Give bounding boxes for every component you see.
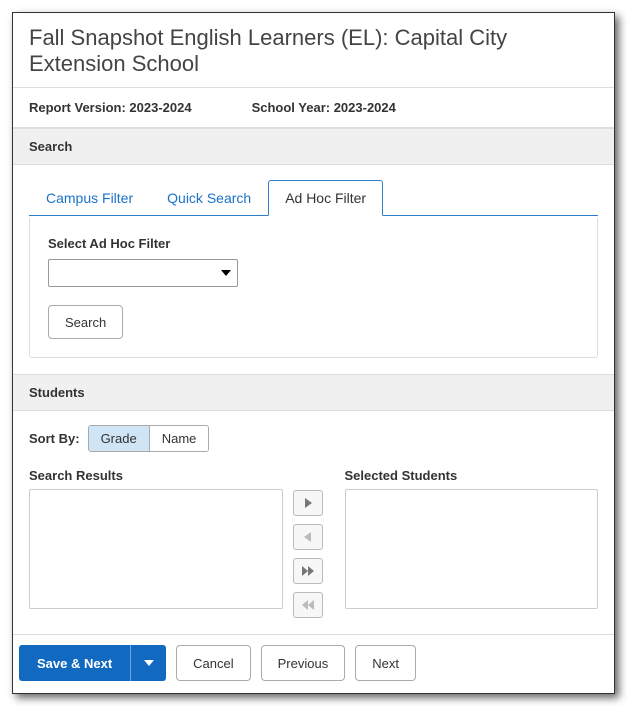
page-title: Fall Snapshot English Learners (EL): Cap…: [29, 25, 598, 77]
search-section-header: Search: [13, 128, 614, 165]
sort-row: Sort By: Grade Name: [29, 425, 598, 452]
selected-students-column: Selected Students: [345, 468, 599, 609]
chevron-down-icon: [221, 270, 231, 276]
students-section-body: Sort By: Grade Name Search Results: [13, 411, 614, 634]
footer-actions: Save & Next Cancel Previous Next: [13, 634, 614, 693]
mover-buttons: [293, 468, 335, 618]
report-window: Fall Snapshot English Learners (EL): Cap…: [12, 12, 615, 694]
caret-left-icon: [303, 532, 313, 542]
cancel-button[interactable]: Cancel: [176, 645, 250, 681]
ad-hoc-filter-panel: Select Ad Hoc Filter Search: [29, 218, 598, 358]
caret-right-icon: [303, 498, 313, 508]
report-version-label: Report Version: 2023-2024: [29, 100, 192, 115]
sort-toggle-group: Grade Name: [88, 425, 210, 452]
move-all-right-button[interactable]: [293, 558, 323, 584]
sort-toggle-grade[interactable]: Grade: [89, 426, 149, 451]
search-tabs: Campus Filter Quick Search Ad Hoc Filter: [29, 179, 598, 216]
selected-students-listbox[interactable]: [345, 489, 599, 609]
double-caret-left-icon: [301, 600, 315, 610]
move-right-button[interactable]: [293, 490, 323, 516]
caret-down-icon: [144, 660, 154, 666]
school-year-label: School Year: 2023-2024: [252, 100, 396, 115]
students-section-header: Students: [13, 374, 614, 411]
save-next-dropdown-button[interactable]: [130, 645, 166, 681]
double-caret-right-icon: [301, 566, 315, 576]
tab-ad-hoc-filter[interactable]: Ad Hoc Filter: [268, 180, 383, 216]
dual-listbox: Search Results: [29, 468, 598, 618]
move-left-button[interactable]: [293, 524, 323, 550]
selected-students-label: Selected Students: [345, 468, 599, 483]
tab-campus-filter[interactable]: Campus Filter: [29, 180, 150, 216]
tab-quick-search[interactable]: Quick Search: [150, 180, 268, 216]
sort-toggle-name[interactable]: Name: [149, 426, 209, 451]
sort-by-label: Sort By:: [29, 431, 80, 446]
previous-button[interactable]: Previous: [261, 645, 346, 681]
search-results-label: Search Results: [29, 468, 283, 483]
ad-hoc-select-label: Select Ad Hoc Filter: [48, 236, 579, 251]
save-next-split-button: Save & Next: [19, 645, 166, 681]
move-all-left-button[interactable]: [293, 592, 323, 618]
ad-hoc-filter-select[interactable]: [48, 259, 238, 287]
search-results-listbox[interactable]: [29, 489, 283, 609]
next-button[interactable]: Next: [355, 645, 416, 681]
search-results-column: Search Results: [29, 468, 283, 609]
title-bar: Fall Snapshot English Learners (EL): Cap…: [13, 13, 614, 88]
meta-bar: Report Version: 2023-2024 School Year: 2…: [13, 88, 614, 128]
search-button[interactable]: Search: [48, 305, 123, 339]
search-section-body: Campus Filter Quick Search Ad Hoc Filter…: [13, 165, 614, 374]
save-next-button[interactable]: Save & Next: [19, 645, 130, 681]
